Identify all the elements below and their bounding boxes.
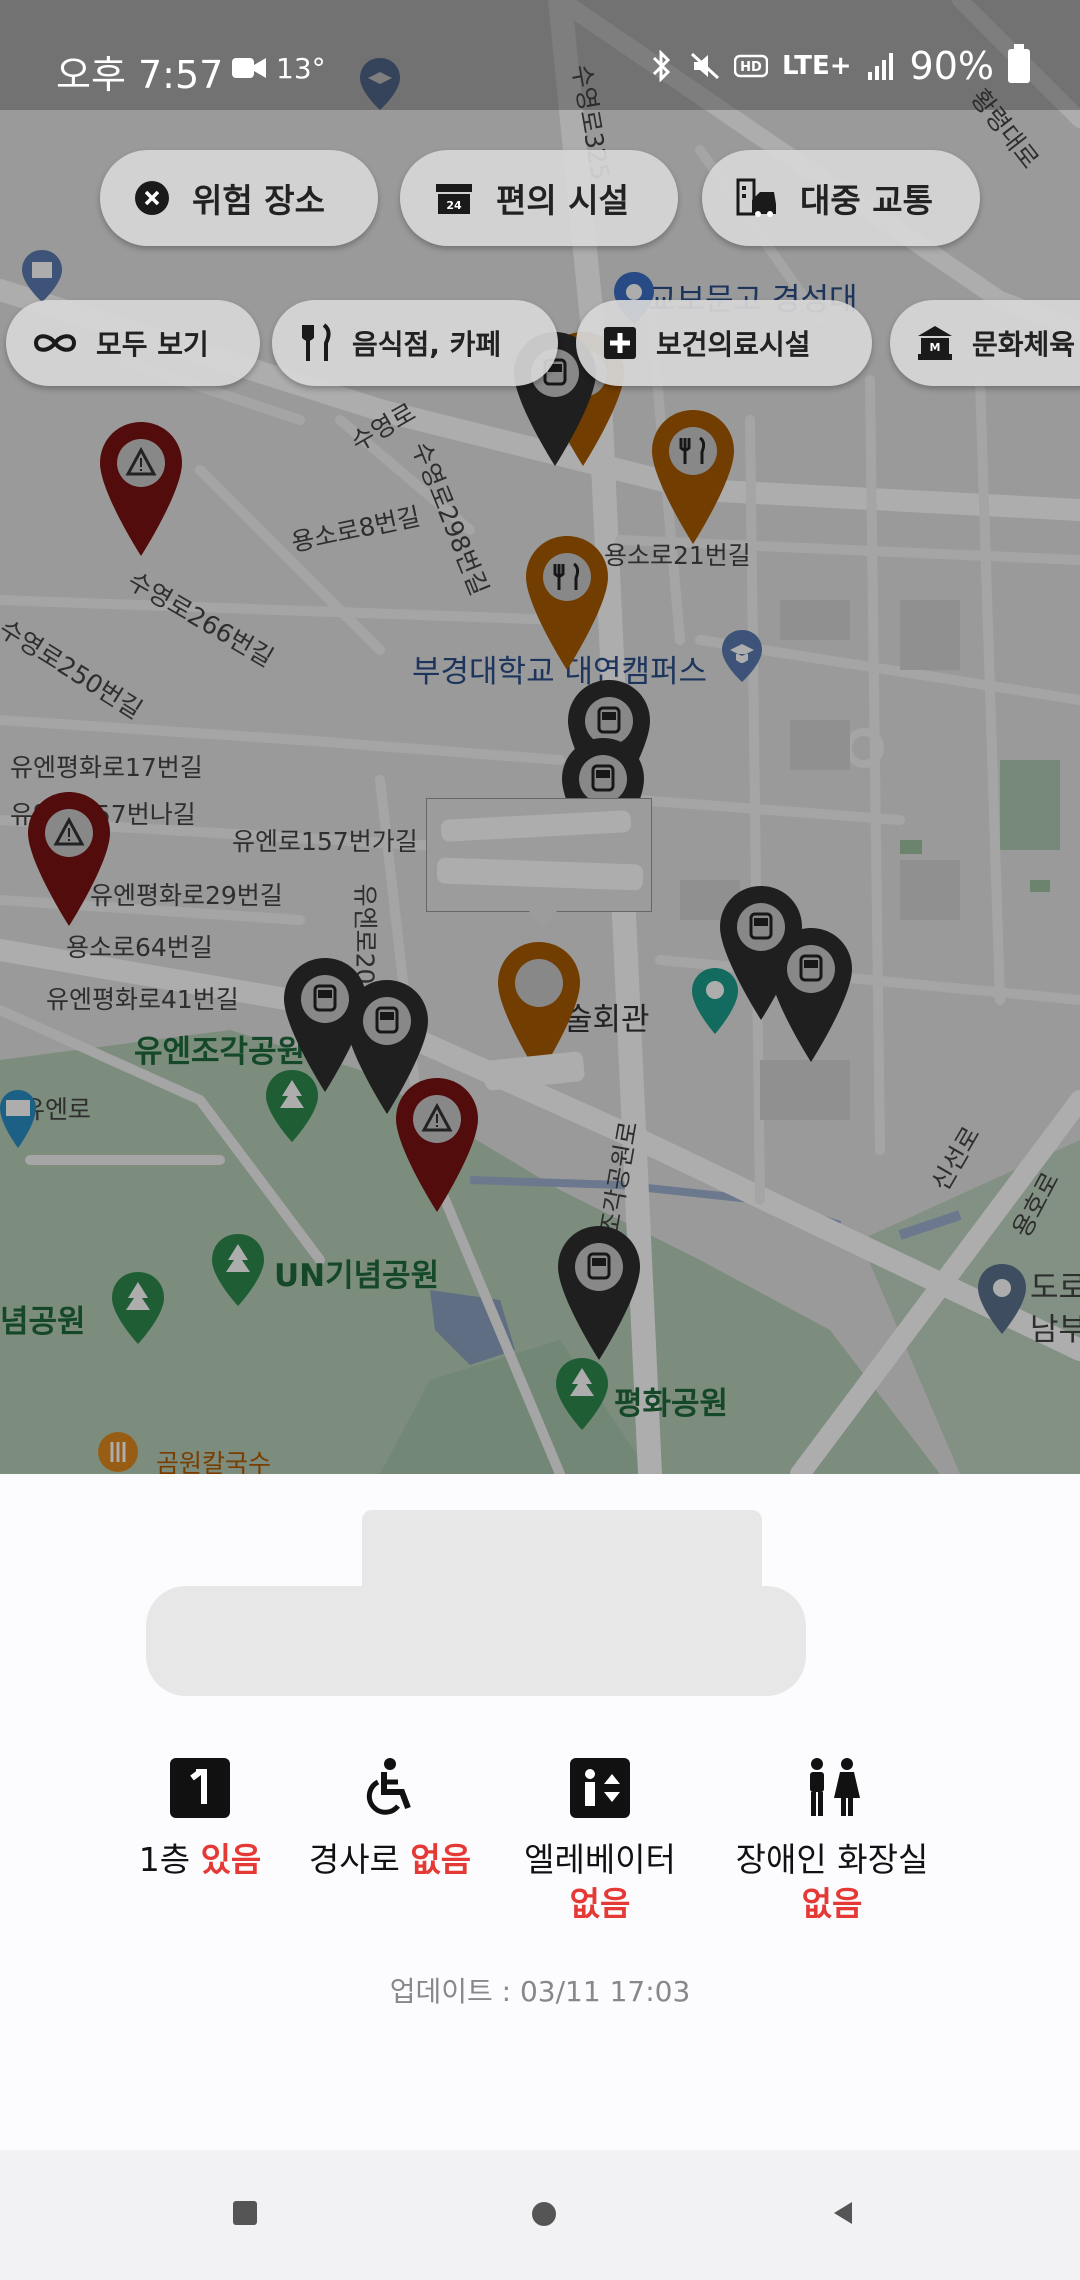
university-pin-icon[interactable] (720, 628, 764, 684)
restaurant-icon (302, 323, 331, 361)
museum-icon: M (918, 326, 952, 360)
svg-text:M: M (930, 341, 941, 354)
danger-marker[interactable] (98, 420, 184, 560)
svg-text:24: 24 (446, 199, 462, 212)
feature-status: 없음 (801, 1884, 863, 1923)
chip-label: 모두 보기 (96, 328, 209, 361)
mute-icon (690, 52, 720, 80)
elevator-icon (570, 1758, 630, 1818)
infinity-icon (33, 334, 77, 352)
chip-view-all[interactable]: 모두 보기 (6, 300, 260, 386)
status-time: 오후 7:57 (56, 53, 224, 97)
restaurant-pin-icon[interactable] (96, 1430, 140, 1474)
chip-danger-places[interactable]: 위험 장소 (100, 150, 378, 246)
video-camera-icon (232, 58, 266, 78)
feature-label: 1층 (138, 1840, 191, 1879)
park-pin-icon[interactable] (554, 1356, 610, 1432)
battery-percent: 90% (909, 44, 994, 88)
feature-status: 없음 (410, 1840, 472, 1879)
park-pin-icon[interactable] (210, 1232, 266, 1308)
close-circle-icon (135, 181, 169, 215)
chip-public-transit[interactable]: 대중 교통 (702, 150, 980, 246)
transit-marker[interactable] (768, 926, 854, 1066)
map-label: 유엔로157번가길 (232, 827, 418, 856)
chip-label: 문화체육 (972, 328, 1076, 361)
transit-icon (736, 178, 776, 217)
map-label: 용소로64번길 (66, 933, 213, 962)
map-label-park: 평화공원 (614, 1386, 729, 1422)
map-label: 유엔평화로17번길 (10, 753, 203, 782)
lte-indicator: LTE+ (781, 51, 852, 81)
transit-marker[interactable] (556, 1224, 642, 1364)
svg-text:HD: HD (740, 60, 762, 75)
chip-convenience[interactable]: 24 편의 시설 (400, 150, 678, 246)
park-pin-icon[interactable] (110, 1270, 166, 1346)
chip-medical[interactable]: 보건의료시설 (576, 300, 872, 386)
map-label-park: 유엔조각공원 (134, 1034, 306, 1070)
marker-info-window[interactable] (426, 798, 652, 927)
store-icon: 24 (436, 184, 472, 214)
feature-label: 엘레베이터 (524, 1840, 676, 1879)
feature-status: 있음 (200, 1840, 262, 1879)
bluetooth-icon (652, 50, 671, 82)
map-label: 도로 (1030, 1270, 1080, 1306)
book-pin-icon[interactable] (20, 248, 64, 304)
map-label: 유엔평화로41번길 (46, 985, 239, 1014)
floor-one-icon (170, 1758, 230, 1818)
map-label: 남부 (1030, 1312, 1080, 1348)
chip-label: 대중 교통 (800, 181, 933, 220)
feature-ramp: 경사로 없음 (290, 1756, 490, 1882)
map-label-park: 념공원 (0, 1304, 86, 1340)
place-pin-icon[interactable] (976, 1262, 1028, 1336)
map-label-park: UN기념공원 (274, 1258, 440, 1294)
back-icon[interactable] (830, 2200, 856, 2226)
restroom-icon (810, 1758, 860, 1816)
feature-status: 없음 (569, 1884, 631, 1923)
medical-cross-icon (604, 327, 636, 359)
chip-culture-sports[interactable]: M 문화체육 (890, 300, 1080, 386)
home-icon[interactable] (530, 2200, 558, 2228)
subway-pin-icon[interactable] (0, 1088, 36, 1158)
recent-apps-icon[interactable] (232, 2200, 258, 2226)
feature-label: 장애인 화장실 (735, 1840, 929, 1879)
redacted-text (440, 810, 632, 842)
redacted-text (436, 857, 644, 891)
chip-label: 음식점, 카페 (352, 328, 502, 361)
navigation-bar (0, 2150, 1080, 2280)
wheelchair-icon (366, 1758, 411, 1815)
feature-label: 경사로 (308, 1840, 400, 1879)
restaurant-marker[interactable] (650, 408, 736, 548)
status-bar: 오후 7:57 13° HD LTE+ 90% (0, 0, 1080, 110)
feature-accessible-restroom: 장애인 화장실없음 (712, 1756, 952, 1926)
hd-icon: HD (733, 54, 768, 78)
danger-marker[interactable] (26, 790, 112, 930)
chip-label: 편의 시설 (496, 181, 629, 220)
status-icons: HD LTE+ 90% (646, 44, 1030, 88)
restaurant-marker[interactable] (524, 534, 610, 674)
feature-first-floor: 1층 있음 (120, 1756, 280, 1882)
battery-icon (1008, 44, 1030, 83)
transit-marker[interactable] (344, 978, 430, 1118)
chip-label: 위험 장소 (192, 181, 325, 220)
status-temperature: 13° (276, 52, 326, 85)
signal-icon (867, 53, 893, 80)
redacted-place-address (146, 1586, 806, 1696)
feature-elevator: 엘레베이터없음 (500, 1756, 700, 1926)
map-label-restaurant: 곰원칼국수 (156, 1449, 272, 1474)
chip-restaurant-cafe[interactable]: 음식점, 카페 (272, 300, 558, 386)
update-timestamp: 업데이트 : 03/11 17:03 (389, 1975, 691, 2008)
chip-label: 보건의료시설 (656, 328, 811, 361)
map-label: 유엔평화로29번길 (90, 881, 283, 910)
